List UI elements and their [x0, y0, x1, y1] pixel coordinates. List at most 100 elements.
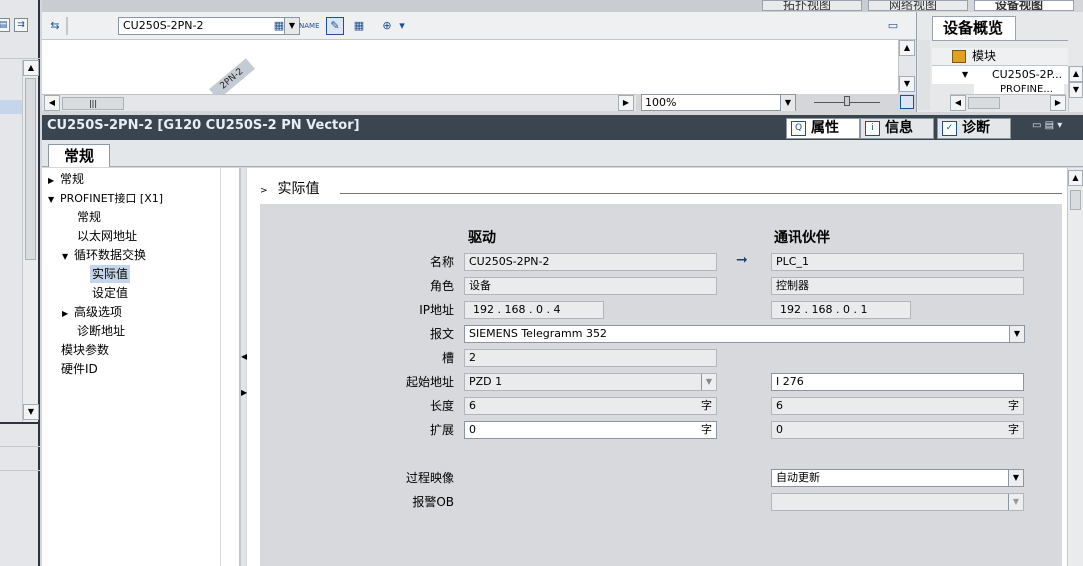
nav-item-actual-value[interactable]: 实际值 — [90, 265, 131, 283]
extension-value: 0 — [776, 423, 783, 436]
chevron-down-icon[interactable]: ▼ — [62, 248, 74, 266]
tree-scrollbar[interactable]: ▲ ▼ — [22, 60, 39, 422]
overview-hscrollbar[interactable]: ◀ ▶ — [950, 94, 1066, 111]
nav-item-setpoint[interactable]: 设定值 — [92, 284, 128, 302]
scroll-left-icon[interactable]: ◀ — [44, 95, 60, 111]
label-start-address: 起始地址 — [405, 375, 454, 389]
unit-label: 字 — [701, 399, 712, 412]
properties-icon: Q — [791, 121, 806, 136]
nav-item-cyclic-data[interactable]: ▼ 循环数据交换 — [62, 246, 146, 266]
canvas-horizontal-scrollbar[interactable]: ◀ ||| ▶ — [42, 94, 636, 111]
scroll-up-icon[interactable]: ▲ — [1069, 66, 1083, 82]
overview-title: 设备概览 — [943, 19, 1004, 37]
nav-label: 实际值 — [92, 267, 129, 281]
scroll-up-icon[interactable]: ▲ — [1068, 170, 1083, 186]
nav-item-profinet-general[interactable]: 常规 — [77, 208, 101, 226]
device-select-value: CU250S-2PN-2 — [123, 19, 204, 32]
nav-label: 循环数据交换 — [74, 248, 147, 262]
nav-label: 设定值 — [92, 286, 129, 300]
chevron-down-icon[interactable]: ▼ — [780, 95, 795, 111]
column-module: 模块 — [972, 49, 997, 63]
window-controls-icon[interactable]: ▭ ▤ ▾ — [1032, 120, 1062, 131]
nav-label: 硬件ID — [61, 362, 98, 376]
scroll-up-icon[interactable]: ▲ — [23, 60, 39, 76]
label-process-image: 过程映像 — [405, 471, 454, 485]
section-header[interactable]: > 实际值 — [260, 180, 320, 200]
nav-item-advanced[interactable]: ▶ 高级选项 — [62, 303, 122, 323]
label-role: 角色 — [429, 279, 454, 293]
chevron-down-icon[interactable]: ▼ — [1008, 470, 1023, 486]
process-image-select[interactable]: 自动更新 ▼ — [771, 469, 1024, 487]
splitter[interactable]: ◀ ▶ — [240, 168, 247, 566]
overview-toggle-icon[interactable]: ▭ — [884, 17, 902, 35]
tab-general[interactable]: 常规 — [48, 144, 110, 167]
label-name: 名称 — [429, 255, 454, 269]
tab-label: 网络视图 — [889, 0, 938, 11]
scroll-thumb[interactable] — [25, 78, 36, 260]
device-overview-tab[interactable]: 设备概览 — [932, 16, 1016, 40]
alarm-ob-select: ▼ — [771, 493, 1024, 511]
nav-item-module-params[interactable]: 模块参数 — [61, 341, 109, 359]
unit-label: 字 — [701, 423, 712, 436]
column-header-drive: 驱动 — [468, 230, 496, 246]
overview-scrollbar[interactable]: ▲ ▼ — [1068, 66, 1083, 112]
canvas-vertical-scrollbar[interactable]: ▲ ▼ — [898, 40, 916, 94]
show-names-icon[interactable]: NAME — [298, 17, 320, 35]
overview-row-label: CU250S-2P... — [992, 68, 1063, 81]
scroll-left-icon[interactable]: ◀ — [950, 95, 966, 111]
scroll-right-icon[interactable]: ▶ — [618, 95, 634, 111]
zoom-slider-handle[interactable] — [844, 96, 850, 106]
scroll-down-icon[interactable]: ▼ — [899, 76, 915, 92]
tree-icon[interactable]: ▤ — [0, 18, 10, 32]
zoom-dropdown-icon[interactable]: ▾ — [396, 17, 408, 35]
chevron-down-icon[interactable]: ▼ — [1009, 326, 1024, 342]
chevron-down-icon[interactable]: ▼ — [48, 191, 60, 209]
content-scrollbar[interactable]: ▲ — [1067, 168, 1083, 566]
scroll-right-icon[interactable]: ▶ — [1050, 95, 1066, 111]
module-icon — [952, 50, 966, 63]
tab-network-view[interactable]: 网络视图 — [868, 0, 968, 11]
tab-info[interactable]: i 信息 — [860, 118, 934, 139]
scroll-down-icon[interactable]: ▼ — [23, 404, 39, 420]
nav-item-profinet[interactable]: ▼ PROFINET接口 [X1] — [48, 189, 163, 209]
nav-item-general[interactable]: ▶ 常规 — [48, 170, 84, 190]
grid-icon[interactable]: ▦ — [350, 17, 368, 35]
nav-item-hardware-id[interactable]: 硬件ID — [61, 360, 98, 378]
show-labels-icon[interactable]: ✎ — [326, 17, 344, 35]
network-connect-icon[interactable]: ⇆ — [46, 17, 64, 35]
overview-row[interactable]: ▼ CU250S-2P... — [932, 66, 1068, 84]
tab-properties[interactable]: Q 属性 — [786, 118, 860, 139]
collapse-handle[interactable] — [918, 40, 930, 110]
expand-icon[interactable]: ▼ — [962, 66, 968, 84]
arrow-right-icon: ➞ — [736, 252, 748, 268]
overview-nav-icon[interactable] — [900, 95, 914, 109]
partner-extension-field: 0 字 — [771, 421, 1024, 439]
scroll-thumb[interactable]: ||| — [62, 97, 124, 110]
nav-item-diag-address[interactable]: 诊断地址 — [77, 322, 125, 340]
chevron-right-icon[interactable]: ▶ — [62, 305, 74, 323]
zoom-select[interactable]: 100% ▼ — [641, 94, 796, 111]
device-canvas[interactable] — [42, 40, 898, 94]
scroll-thumb[interactable] — [968, 97, 1000, 109]
info-icon: i — [865, 121, 880, 136]
tree-action-icon[interactable]: ⇉ — [14, 18, 28, 32]
tab-topology-view[interactable]: 拓扑视图 — [762, 0, 862, 11]
nav-item-ethernet-address[interactable]: 以太网地址 — [77, 227, 137, 245]
tab-label: 信息 — [885, 120, 913, 136]
nav-label: 诊断地址 — [77, 324, 126, 338]
partner-start-address-field[interactable]: I 276 — [771, 373, 1024, 391]
scroll-thumb[interactable] — [1070, 190, 1081, 210]
device-properties-icon[interactable]: ▦ — [270, 17, 288, 35]
telegram-select[interactable]: SIEMENS Telegramm 352 ▼ — [464, 325, 1025, 343]
tab-device-view[interactable]: 设备视图 — [974, 0, 1074, 11]
label-slot: 槽 — [441, 351, 454, 365]
tab-diagnostics[interactable]: ✓ 诊断 — [937, 118, 1011, 139]
zoom-in-icon[interactable]: ⊕ — [378, 17, 396, 35]
scroll-down-icon[interactable]: ▼ — [1069, 82, 1083, 98]
start-address-value: PZD 1 — [469, 375, 503, 388]
chevron-right-icon[interactable]: > — [260, 186, 268, 196]
section-divider — [340, 193, 1062, 194]
drive-extension-field[interactable]: 0 字 — [464, 421, 717, 439]
chevron-right-icon[interactable]: ▶ — [48, 172, 60, 190]
scroll-up-icon[interactable]: ▲ — [899, 40, 915, 56]
